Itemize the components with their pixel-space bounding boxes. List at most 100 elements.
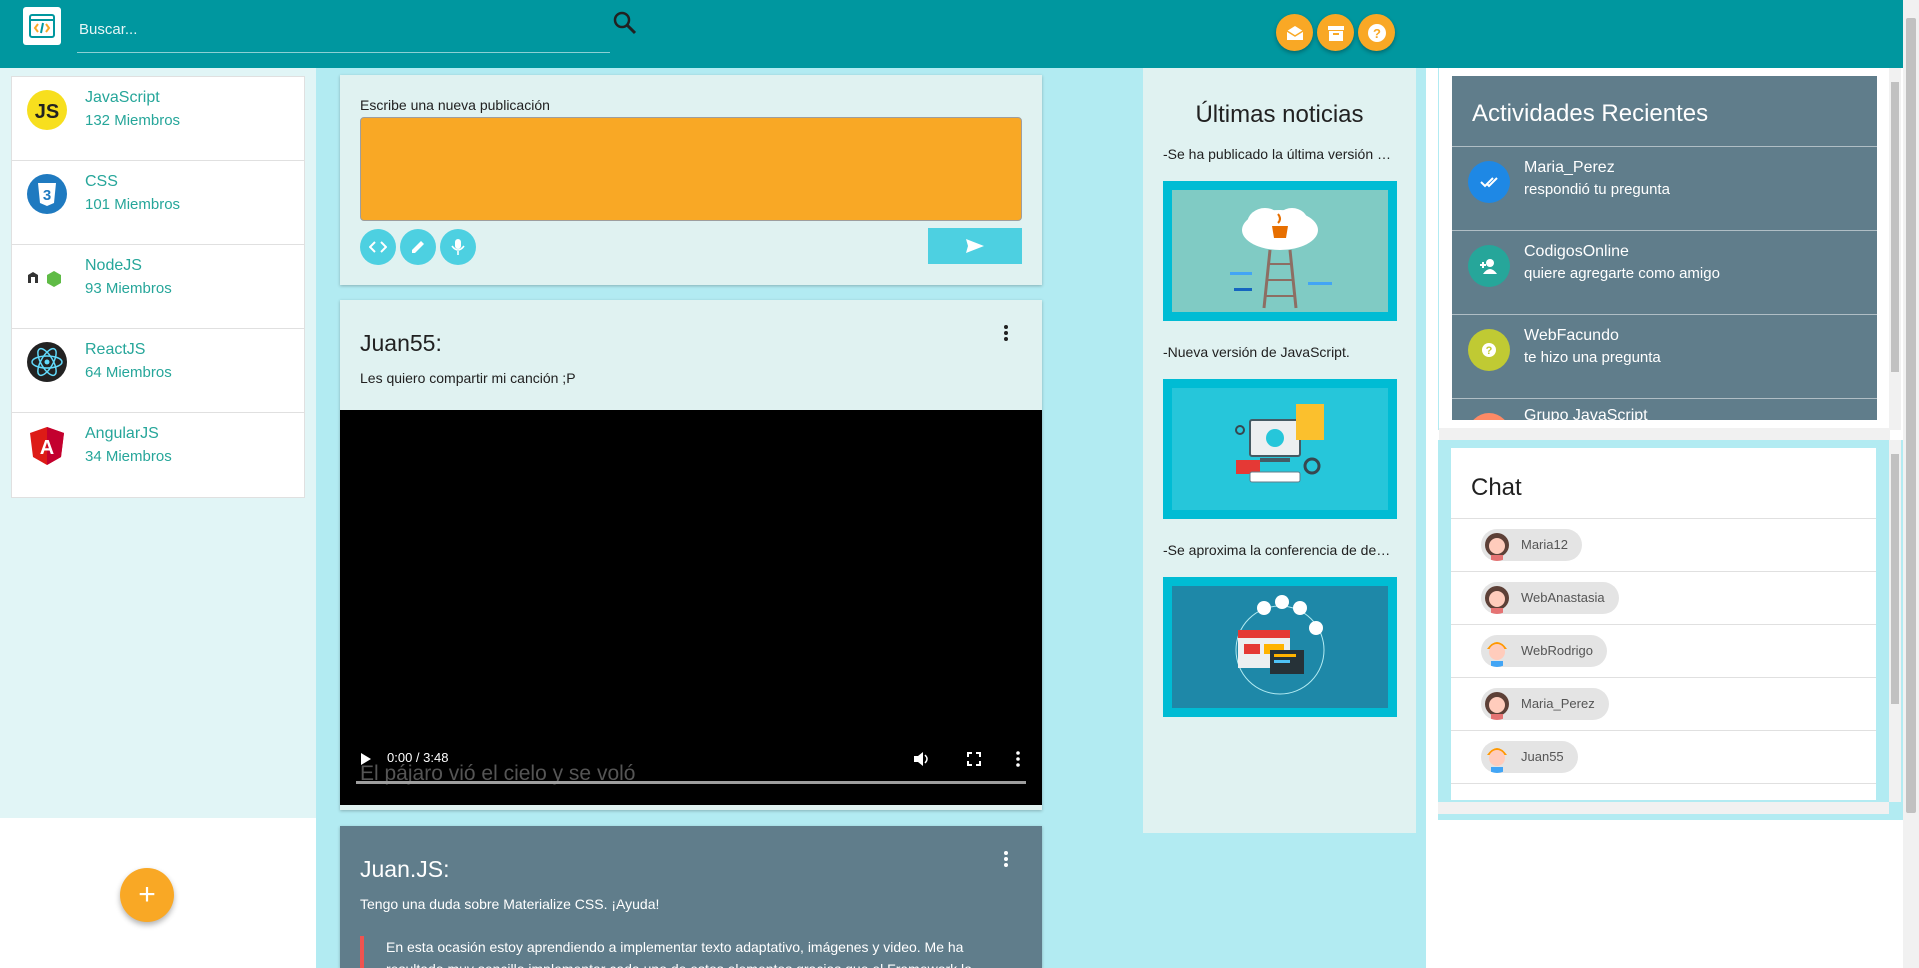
news-image[interactable] [1163, 577, 1397, 717]
post-card: Juan.JS: Tengo una duda sobre Materializ… [340, 826, 1042, 968]
svg-text:JS: JS [35, 101, 59, 123]
chat-section: Chat Maria12 WebAnastasia WebRodrigo Mar… [1438, 440, 1903, 820]
activity-title: Actividades Recientes [1472, 100, 1709, 127]
chat-user-row[interactable]: Maria_Perez [1451, 677, 1876, 730]
group-name[interactable]: NodeJS [85, 257, 142, 275]
activity-item[interactable]: CodigosOnline quiere agregarte como amig… [1452, 230, 1877, 314]
activity-horizontal-scrollbar[interactable] [1439, 428, 1890, 440]
app-logo-icon[interactable] [23, 7, 61, 45]
css3-logo-icon: 3 [27, 174, 67, 214]
chat-user-chip[interactable]: WebAnastasia [1481, 582, 1619, 614]
post-quote: En esta ocasión estoy aprendiendo a impl… [360, 936, 1020, 968]
chat-user-chip[interactable]: Juan55 [1481, 741, 1578, 773]
chat-user-chip[interactable]: Maria_Perez [1481, 688, 1609, 720]
activity-scrollbar[interactable] [1889, 68, 1901, 430]
activity-desc: quiere agregarte como amigo [1524, 265, 1720, 282]
activity-user: Grupo JavaScript [1524, 407, 1648, 420]
search-icon[interactable] [612, 10, 638, 36]
more-vert-icon[interactable] [996, 322, 1016, 344]
question-icon: ? [1468, 329, 1510, 371]
group-item-nodejs[interactable]: NodeJS 93 Miembros [12, 245, 304, 329]
chat-user-chip[interactable]: WebRodrigo [1481, 635, 1608, 667]
java-cloud-illustration [1230, 208, 1332, 309]
activity-desc: respondió tu pregunta [1524, 181, 1670, 198]
svg-text:?: ? [1486, 345, 1493, 357]
group-name[interactable]: AngularJS [85, 425, 159, 443]
edit-button[interactable] [400, 229, 436, 265]
news-image[interactable] [1163, 181, 1397, 321]
female-avatar-icon [1485, 533, 1509, 561]
female-avatar-icon [1485, 692, 1509, 720]
news-title: Últimas noticias [1195, 101, 1364, 128]
chat-user-row[interactable]: Juan55 [1451, 730, 1876, 783]
news-item[interactable]: -Se ha publicado la última versión de Ja… [1163, 146, 1397, 162]
activity-item[interactable]: ? WebFacundo te hizo una pregunta [1452, 314, 1877, 398]
chat-title: Chat [1471, 474, 1522, 501]
send-button[interactable] [928, 228, 1022, 264]
nodejs-logo-icon [28, 271, 61, 287]
chat-user-chip[interactable]: Maria12 [1481, 529, 1582, 561]
code-button[interactable] [360, 229, 396, 265]
chat-user-row[interactable]: Maria12 [1451, 518, 1876, 571]
page-scrollbar[interactable] [1903, 0, 1919, 968]
activity-item[interactable]: Grupo JavaScript [1452, 398, 1877, 420]
pencil-icon [412, 241, 424, 253]
group-members: 34 Miembros [85, 448, 172, 465]
right-column-footer [1426, 836, 1903, 968]
svg-text:?: ? [1373, 26, 1381, 41]
help-button[interactable]: ? [1358, 14, 1395, 51]
group-members: 132 Miembros [85, 112, 181, 129]
news-item[interactable]: -Se aproxima la conferencia de desarroll… [1163, 542, 1397, 558]
activity-user: Maria_Perez [1524, 159, 1615, 176]
volume-icon[interactable] [913, 751, 931, 767]
news-panel: Últimas noticias -Se ha publicado la últ… [1143, 68, 1416, 833]
group-item-angularjs[interactable]: A AngularJS 34 Miembros [12, 413, 304, 497]
male-avatar-icon [1487, 642, 1507, 667]
voice-button[interactable] [440, 229, 476, 265]
chat-user-name: Juan55 [1521, 749, 1564, 764]
group-item-css[interactable]: 3 CSS 101 Miembros [12, 161, 304, 245]
post-text: Les quiero compartir mi canción ;P [360, 370, 576, 386]
archive-button[interactable] [1317, 14, 1354, 51]
developer-workspace-illustration [1235, 404, 1324, 483]
post-author: Juan.JS: [360, 856, 450, 882]
activity-user: CodigosOnline [1524, 243, 1629, 260]
top-navbar: ? [0, 0, 1903, 68]
chat-user-row[interactable]: WebAnastasia [1451, 571, 1876, 624]
messages-button[interactable] [1276, 14, 1313, 51]
code-icon [369, 241, 387, 253]
activity-desc: te hizo una pregunta [1524, 349, 1661, 366]
video-progress-bar[interactable] [356, 781, 1026, 784]
send-icon [966, 239, 984, 253]
female-avatar-icon [1485, 586, 1509, 614]
activity-item[interactable]: Maria_Perez respondió tu pregunta [1452, 146, 1877, 230]
chat-user-name: WebAnastasia [1521, 590, 1605, 605]
more-vert-icon[interactable] [996, 848, 1016, 870]
react-logo-icon [27, 342, 67, 382]
chat-user-name: Maria12 [1521, 537, 1568, 552]
group-item-reactjs[interactable]: ReactJS 64 Miembros [12, 329, 304, 413]
chat-horizontal-scrollbar[interactable] [1438, 802, 1889, 814]
group-name[interactable]: ReactJS [85, 341, 145, 359]
group-name[interactable]: JavaScript [85, 89, 160, 107]
post-text: Tengo una duda sobre Materialize CSS. ¡A… [360, 896, 660, 912]
search-input[interactable] [77, 14, 610, 44]
chat-user-row[interactable]: WebRodrigo [1451, 624, 1876, 677]
fullscreen-icon[interactable] [967, 752, 981, 766]
news-item[interactable]: -Nueva versión de JavaScript. [1163, 344, 1397, 360]
chat-user-name: WebRodrigo [1521, 643, 1594, 658]
male-avatar-icon [1487, 748, 1507, 773]
angular-logo-icon: A [30, 427, 64, 465]
activity-user: WebFacundo [1524, 327, 1619, 344]
group-name[interactable]: CSS [85, 173, 118, 191]
add-fab-button[interactable]: + [120, 868, 174, 922]
video-player[interactable]: 0:00 / 3:48 El pájaro vió el cielo y se … [340, 410, 1042, 805]
news-image[interactable] [1163, 379, 1397, 519]
chat-scrollbar[interactable] [1889, 440, 1901, 802]
post-card: Juan55: Les quiero compartir mi canción … [340, 300, 1042, 810]
chat-user-row[interactable] [1451, 783, 1876, 800]
group-item-javascript[interactable]: JS JavaScript 132 Miembros [12, 77, 304, 161]
post-textarea[interactable] [360, 117, 1022, 221]
video-options-icon[interactable] [1015, 751, 1021, 767]
microphone-icon [451, 239, 465, 255]
